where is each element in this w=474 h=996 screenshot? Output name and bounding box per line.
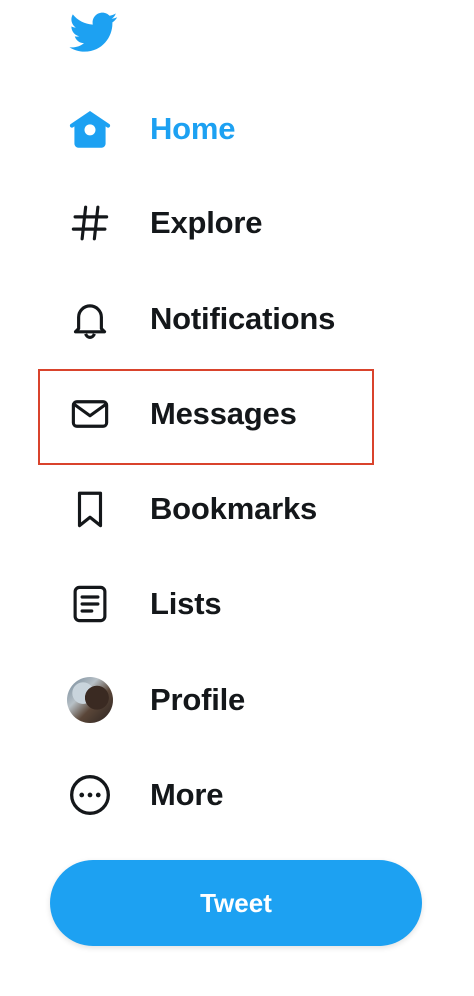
nav-item-label: Explore <box>150 205 263 240</box>
nav-item-label: Messages <box>150 396 297 431</box>
nav-item-profile[interactable]: Profile <box>62 668 382 732</box>
nav-item-more[interactable]: More <box>62 763 382 827</box>
avatar-slot <box>62 672 118 728</box>
nav-item-label: Lists <box>150 586 222 621</box>
bookmark-icon <box>62 481 118 537</box>
nav-item-notifications[interactable]: Notifications <box>62 287 382 351</box>
tweet-button[interactable]: Tweet <box>50 860 422 946</box>
nav-item-label: Home <box>150 111 236 146</box>
nav-item-bookmarks[interactable]: Bookmarks <box>62 477 382 541</box>
envelope-icon <box>62 386 118 442</box>
nav-item-lists[interactable]: Lists <box>62 572 382 636</box>
home-icon <box>62 101 118 157</box>
nav-item-explore[interactable]: Explore <box>62 191 382 255</box>
twitter-bird-icon[interactable] <box>66 8 122 56</box>
list-icon <box>62 576 118 632</box>
nav-item-label: Bookmarks <box>150 491 318 526</box>
nav-item-messages[interactable]: Messages <box>62 382 382 446</box>
hashtag-icon <box>62 195 118 251</box>
more-circle-icon <box>62 767 118 823</box>
bell-icon <box>62 291 118 347</box>
nav-item-label: More <box>150 777 224 812</box>
nav-item-label: Profile <box>150 682 246 717</box>
avatar <box>67 677 113 723</box>
nav-item-home[interactable]: Home <box>62 97 382 161</box>
nav-item-label: Notifications <box>150 301 336 336</box>
